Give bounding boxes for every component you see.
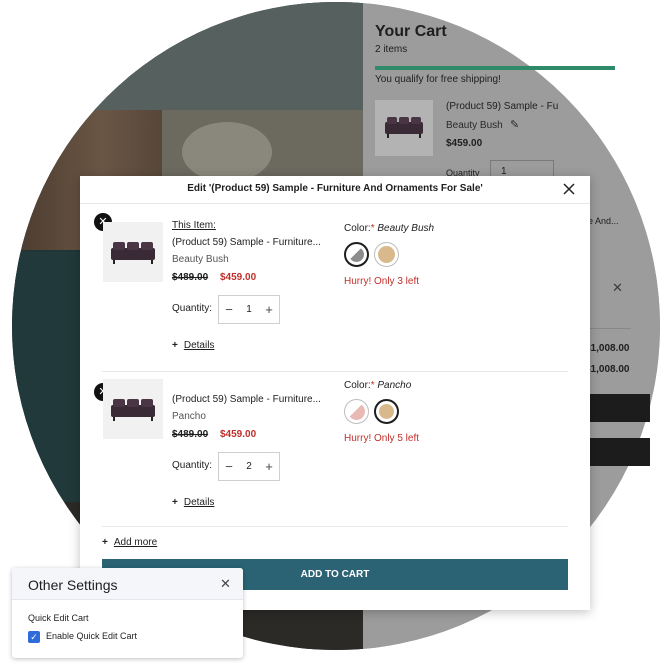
- view-cart-button[interactable]: [585, 438, 650, 466]
- cart-product-name[interactable]: (Product 59) Sample - Fu: [446, 101, 558, 112]
- enable-quick-edit-checkbox[interactable]: ✓: [28, 631, 40, 643]
- edit-icon[interactable]: ✎: [510, 118, 519, 131]
- background-header-band: [12, 2, 363, 110]
- required-star: *: [370, 380, 375, 391]
- quantity-label: Quantity:: [172, 460, 213, 471]
- swatch-fill: [349, 247, 364, 262]
- plus-icon: +: [172, 497, 178, 508]
- color-label: Color:* Pancho: [344, 380, 411, 391]
- minus-icon[interactable]: −: [219, 453, 239, 480]
- cart-product-price: $459.00: [446, 138, 483, 149]
- minus-icon[interactable]: −: [219, 296, 239, 323]
- close-icon[interactable]: ✕: [612, 280, 623, 296]
- sofa-icon: [385, 117, 423, 138]
- settings-title: Other Settings: [28, 577, 118, 593]
- product-variant: Pancho: [172, 411, 206, 422]
- settings-section-label: Quick Edit Cart: [28, 613, 89, 623]
- quantity-value[interactable]: 1: [239, 296, 259, 323]
- sofa-icon: [111, 242, 155, 264]
- close-icon[interactable]: ✕: [220, 576, 231, 592]
- stock-warning: Hurry! Only 5 left: [344, 433, 420, 444]
- item-divider: [102, 526, 568, 527]
- screenshot-stage: Your Cart 2 items You qualify for free s…: [0, 0, 670, 670]
- shipping-progress-bar: [375, 66, 615, 70]
- color-swatch-pancho[interactable]: [374, 399, 399, 424]
- product-name[interactable]: (Product 59) Sample - Furniture...: [172, 394, 321, 405]
- cart-item-count: 2 items: [375, 44, 408, 55]
- selected-color: Beauty Bush: [377, 223, 435, 234]
- cart-product-variant: Beauty Bush: [446, 120, 503, 131]
- quantity-stepper: − 2 +: [218, 452, 280, 481]
- swatch-fill: [348, 403, 365, 420]
- color-label: Color:* Beauty Bush: [344, 223, 434, 234]
- cart-product-name-fragment: re And...: [585, 216, 619, 226]
- modal-item: ✕ This Item: (Product 59) Sample - Furni…: [80, 176, 590, 351]
- enable-quick-edit-label[interactable]: Enable Quick Edit Cart: [46, 631, 137, 641]
- color-swatch-beauty-bush[interactable]: [344, 242, 369, 267]
- product-variant: Beauty Bush: [172, 254, 229, 265]
- color-swatch-pancho[interactable]: [374, 242, 399, 267]
- product-name[interactable]: (Product 59) Sample - Furniture...: [172, 237, 321, 248]
- modal-item: ✕ (Product 59) Sample - Furniture... Pan…: [80, 333, 590, 508]
- selected-color: Pancho: [377, 380, 412, 391]
- swatch-fill: [378, 246, 395, 263]
- shipping-progress-fill: [375, 66, 615, 70]
- quantity-value[interactable]: 2: [239, 453, 259, 480]
- details-toggle[interactable]: + Details: [172, 497, 214, 508]
- original-price: $489.00: [172, 429, 209, 440]
- add-more-link[interactable]: + Add more: [102, 537, 157, 548]
- product-thumbnail: [103, 379, 163, 439]
- cart-subtotal: $1,008.00: [585, 343, 630, 354]
- checkmark-icon: ✓: [30, 632, 38, 642]
- original-price: $489.00: [172, 272, 209, 283]
- plus-icon: +: [102, 537, 108, 548]
- product-thumbnail: [103, 222, 163, 282]
- plus-icon[interactable]: +: [259, 296, 279, 323]
- color-swatch-beauty-bush[interactable]: [344, 399, 369, 424]
- color-label-text: Color:: [344, 223, 371, 234]
- this-item-label: This Item:: [172, 220, 216, 231]
- settings-header: Other Settings ✕: [12, 568, 243, 600]
- cart-total: $1,008.00: [585, 364, 630, 375]
- color-label-text: Color:: [344, 380, 371, 391]
- swatch-fill: [379, 404, 394, 419]
- stock-warning: Hurry! Only 3 left: [344, 276, 420, 287]
- edit-item-modal: Edit '(Product 59) Sample - Furniture An…: [80, 176, 590, 610]
- other-settings-panel: Other Settings ✕ Quick Edit Cart ✓ Enabl…: [12, 568, 243, 658]
- sale-price: $459.00: [220, 272, 257, 283]
- quantity-stepper: − 1 +: [218, 295, 280, 324]
- shipping-message: You qualify for free shipping!: [375, 74, 501, 85]
- plus-icon[interactable]: +: [259, 453, 279, 480]
- required-star: *: [370, 223, 375, 234]
- add-more-label: Add more: [113, 537, 158, 548]
- quantity-label: Quantity:: [172, 303, 213, 314]
- sale-price: $459.00: [220, 429, 257, 440]
- checkout-button[interactable]: [585, 394, 650, 422]
- cart-product-thumbnail[interactable]: [375, 100, 433, 156]
- cart-title: Your Cart: [375, 23, 447, 40]
- sofa-icon: [111, 399, 155, 421]
- details-label: Details: [183, 497, 215, 508]
